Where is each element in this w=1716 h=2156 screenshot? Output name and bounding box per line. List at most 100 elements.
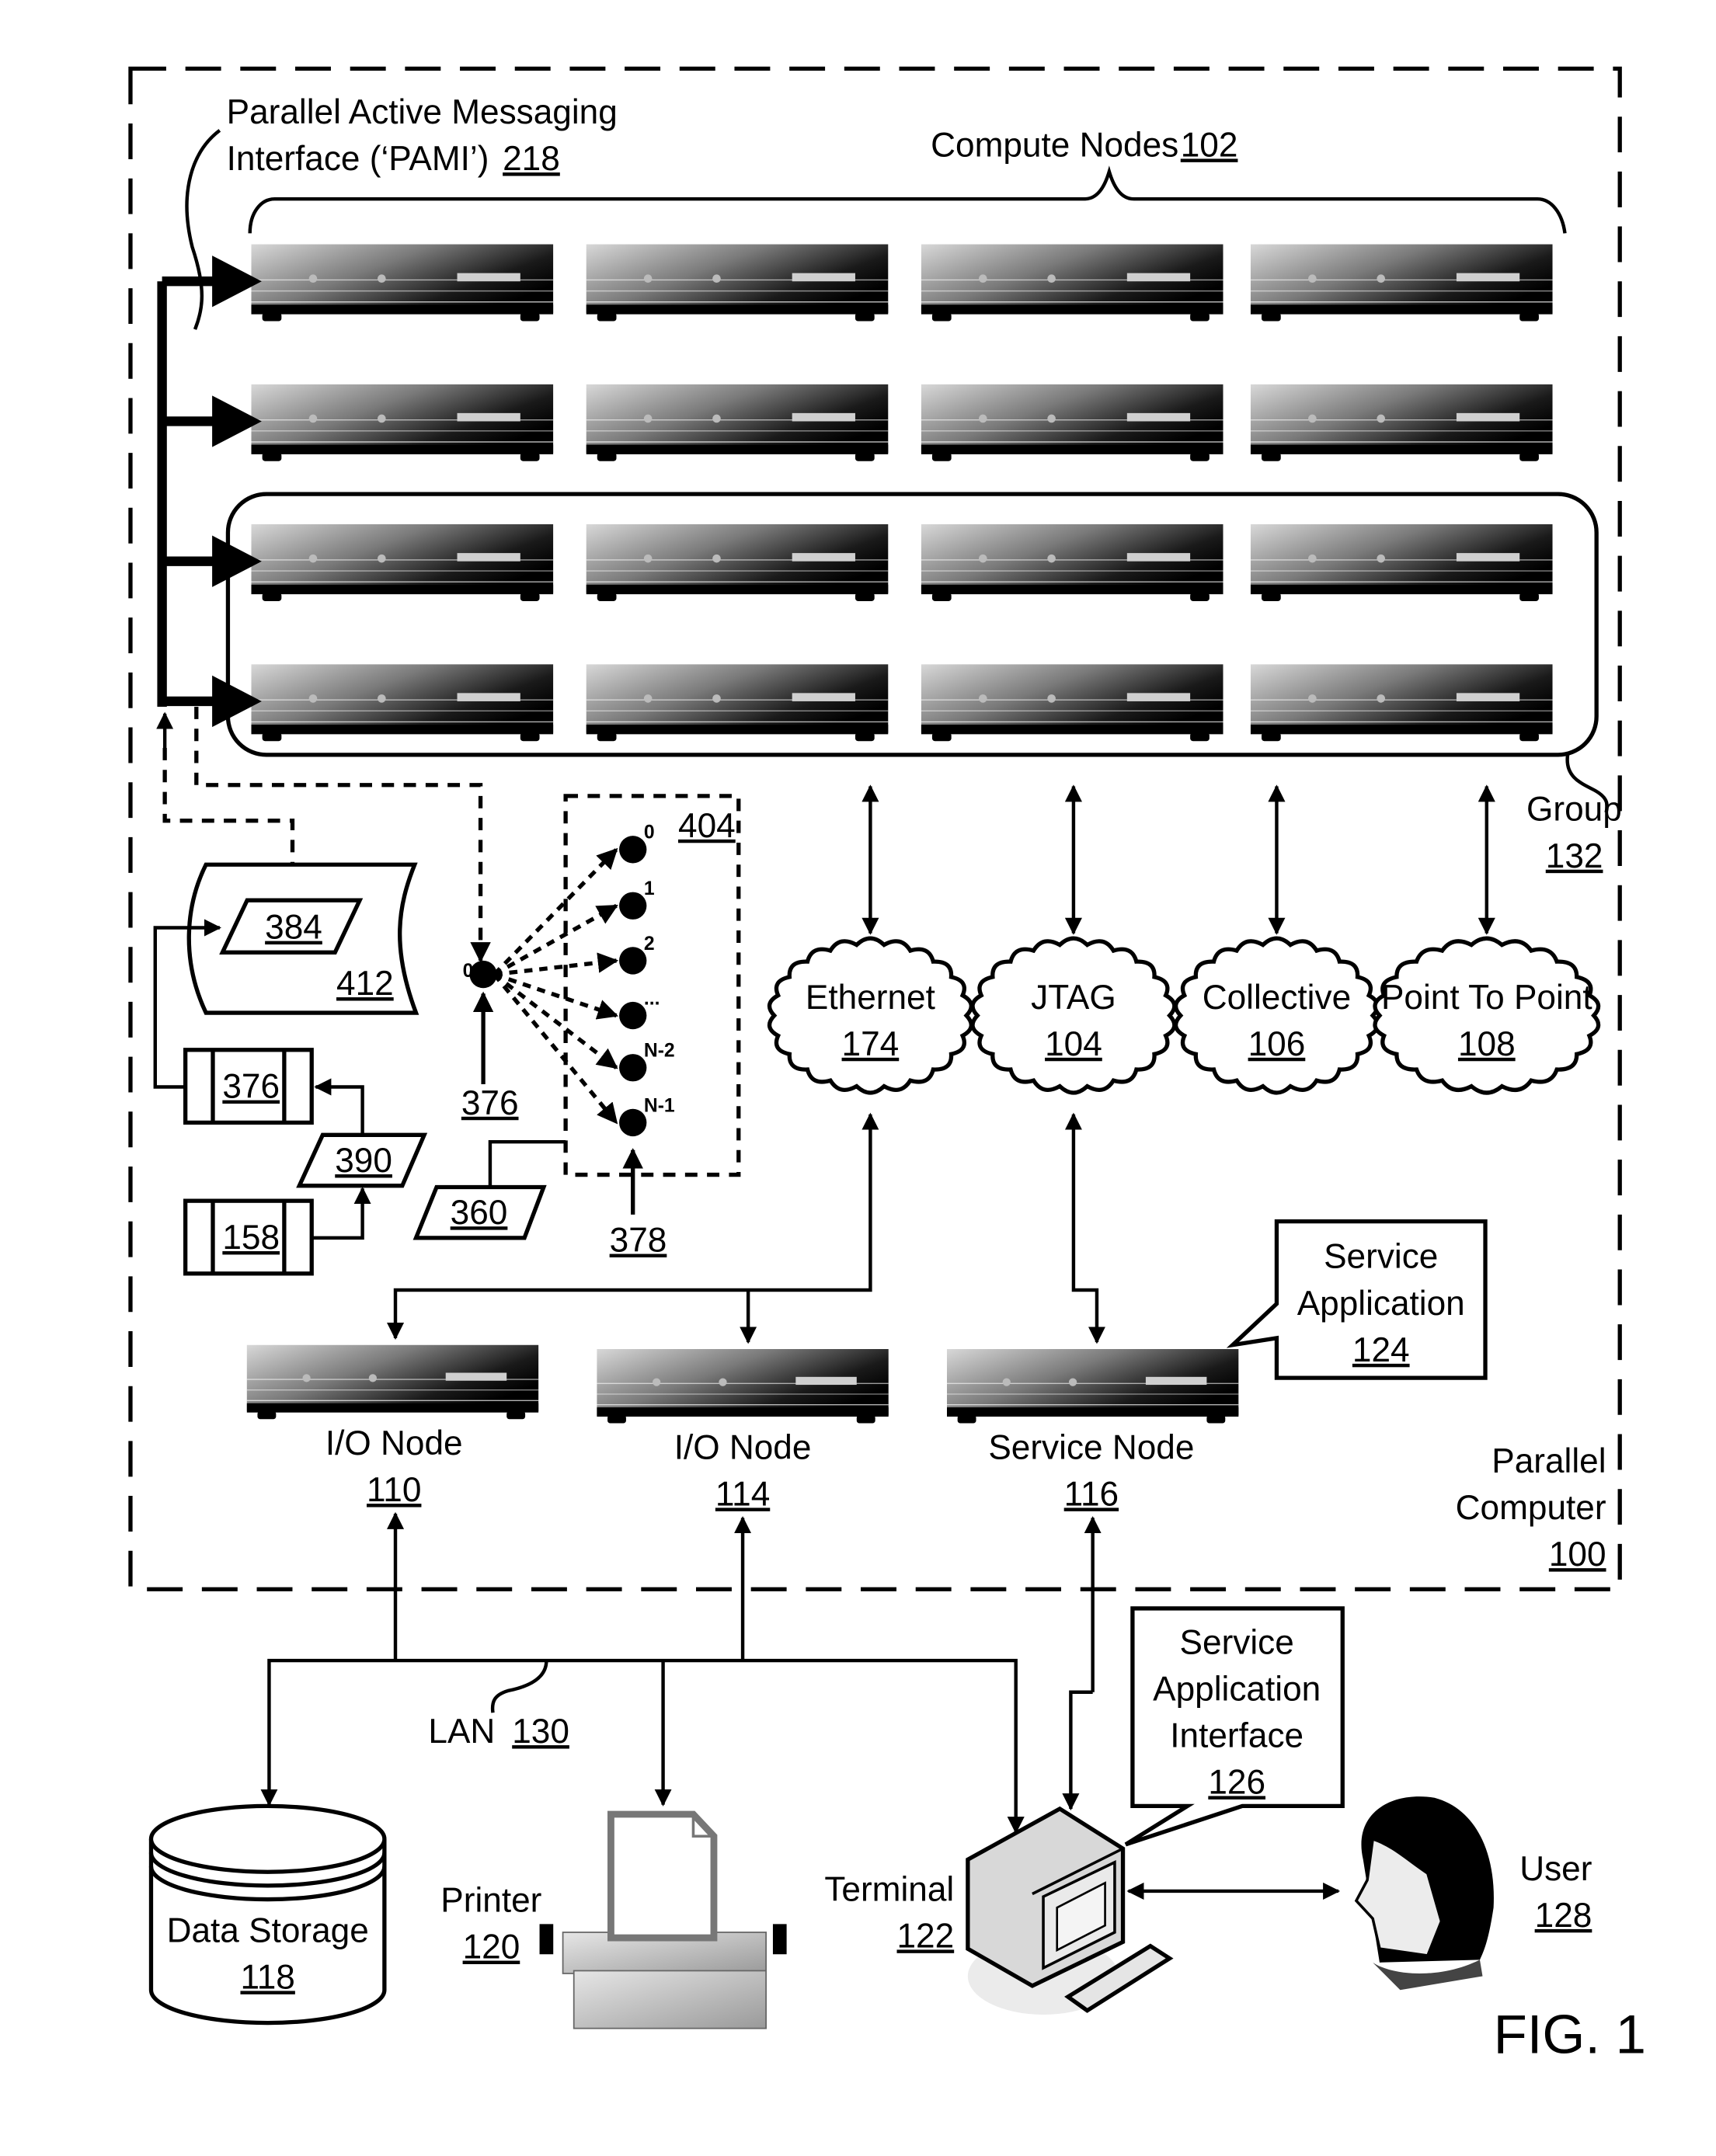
system-diagram: Parallel Active Messaging Interface (‘PA… (128, 66, 1646, 2064)
lan-ref: 130 (512, 1713, 569, 1751)
service-node-116-device (946, 1348, 1240, 1424)
group-ref: 132 (1546, 837, 1603, 875)
ref-376-box: 376 (222, 1068, 280, 1106)
service-node-ref: 116 (1064, 1475, 1119, 1513)
tree-leaf-node (619, 892, 647, 920)
ref-404: 404 (678, 807, 736, 845)
compute-node (251, 524, 554, 602)
compute-node (251, 664, 554, 742)
pami-label-line1: Parallel Active Messaging (227, 93, 618, 131)
ref-360: 360 (451, 1194, 508, 1232)
group-box-404 (563, 794, 741, 1177)
pami-bus-arrow (162, 535, 262, 587)
tree-root-label: 0 (463, 961, 474, 982)
tree-leaf-node (619, 947, 647, 975)
tree-leaf-label: 2 (644, 934, 655, 955)
data-storage-ref: 118 (240, 1958, 294, 1996)
ref-158: 158 (222, 1219, 280, 1257)
link-360-to-404 (488, 1139, 566, 1188)
parallel-computer-ref: 100 (1549, 1535, 1606, 1574)
compute-node (1250, 384, 1553, 462)
compute-node (921, 664, 1223, 742)
tree-leaf-label: ... (644, 988, 660, 1009)
link-158-to-390 (312, 1187, 371, 1240)
network-ref: 106 (1248, 1025, 1306, 1063)
io-node-110-ref: 110 (367, 1471, 421, 1509)
compute-node (586, 664, 889, 742)
sai-ref: 126 (1208, 1764, 1265, 1802)
tree-root-node (469, 960, 497, 989)
service-application-line1: Service (1324, 1238, 1438, 1276)
tree-edge (493, 972, 619, 1020)
service-application-line2: Application (1297, 1285, 1465, 1323)
ref-376-tree: 376 (461, 1084, 519, 1122)
ref-412: 412 (336, 965, 394, 1003)
tree-leaf-label: N-1 (644, 1095, 675, 1116)
service-node-to-terminal (1062, 1690, 1093, 1811)
network-label: Point To Point (1381, 979, 1592, 1017)
compute-node (921, 524, 1223, 602)
io-node-114-label: I/O Node (674, 1428, 812, 1466)
user-label: User (1519, 1850, 1592, 1888)
network-label: Ethernet (806, 979, 935, 1017)
printer-icon (539, 1810, 787, 2029)
io-node-114-ref: 114 (715, 1475, 770, 1513)
compute-node (1250, 244, 1553, 322)
tree-leaf-node (619, 1108, 647, 1137)
box-376: 376 (183, 1048, 314, 1125)
tree-edge (493, 972, 618, 1069)
ref-390: 390 (335, 1142, 392, 1180)
compute-node (586, 244, 889, 322)
ref-384: 384 (265, 909, 322, 947)
compute-node (1250, 524, 1553, 602)
pami-bus-arrow (162, 395, 262, 447)
compute-node (586, 384, 889, 462)
link-390-to-376 (314, 1078, 364, 1135)
tree-leaf-label: 1 (644, 878, 655, 899)
terminal-ref: 122 (897, 1917, 955, 1955)
user-icon (1354, 1796, 1494, 1991)
tree-leaf-label: N-2 (644, 1041, 675, 1062)
io-node-110-device (245, 1344, 540, 1421)
user-ref: 128 (1535, 1897, 1592, 1935)
lan-leader-line (490, 1660, 548, 1713)
network-ref: 104 (1045, 1025, 1102, 1063)
network-clouds: Ethernet 174 JTAG 104 Collective 106 Point To … (767, 784, 1601, 1095)
compute-node (251, 244, 554, 322)
figure-caption: FIG. 1 (1494, 2003, 1646, 2064)
compute-nodes-brace (248, 165, 1567, 234)
pami-bus-arrow (162, 256, 262, 308)
service-node-label: Service Node (988, 1428, 1194, 1466)
data-storage-label: Data Storage (167, 1911, 369, 1949)
compute-node (1250, 664, 1553, 742)
tree-leaf-node (619, 836, 647, 864)
parallel-computer-line1: Parallel (1491, 1442, 1606, 1480)
pami-label-line2: Interface (‘PAMI’) 218 (227, 140, 560, 178)
compute-node (921, 384, 1223, 462)
sai-line3: Interface (1170, 1716, 1304, 1754)
tree-edge (493, 903, 618, 976)
box-158: 158 (183, 1198, 314, 1276)
io-node-114-device (596, 1348, 889, 1424)
terminal-label: Terminal (824, 1870, 954, 1908)
compute-nodes-ref: 102 (1181, 126, 1238, 164)
printer-ref: 120 (463, 1928, 520, 1966)
jtag-to-service-node (1064, 1112, 1106, 1344)
lan-label: LAN (428, 1713, 495, 1751)
sai-line2: Application (1153, 1670, 1321, 1708)
compute-nodes-title: Compute Nodes (931, 126, 1178, 164)
ref-378: 378 (610, 1222, 667, 1260)
compute-node (251, 384, 554, 462)
printer-label: Printer (440, 1881, 541, 1919)
tree-leaf-node (619, 1054, 647, 1082)
network-label: Collective (1203, 979, 1351, 1017)
compute-node (921, 244, 1223, 322)
tree-leaf-label: 0 (644, 822, 655, 843)
service-application-ref: 124 (1352, 1331, 1410, 1369)
compute-node (586, 524, 889, 602)
tree-edge (493, 847, 618, 976)
tree-leaf-node (619, 1001, 647, 1030)
sai-line1: Service (1180, 1623, 1294, 1661)
lan-bus (260, 1658, 1025, 1834)
pami-bus (157, 256, 262, 728)
